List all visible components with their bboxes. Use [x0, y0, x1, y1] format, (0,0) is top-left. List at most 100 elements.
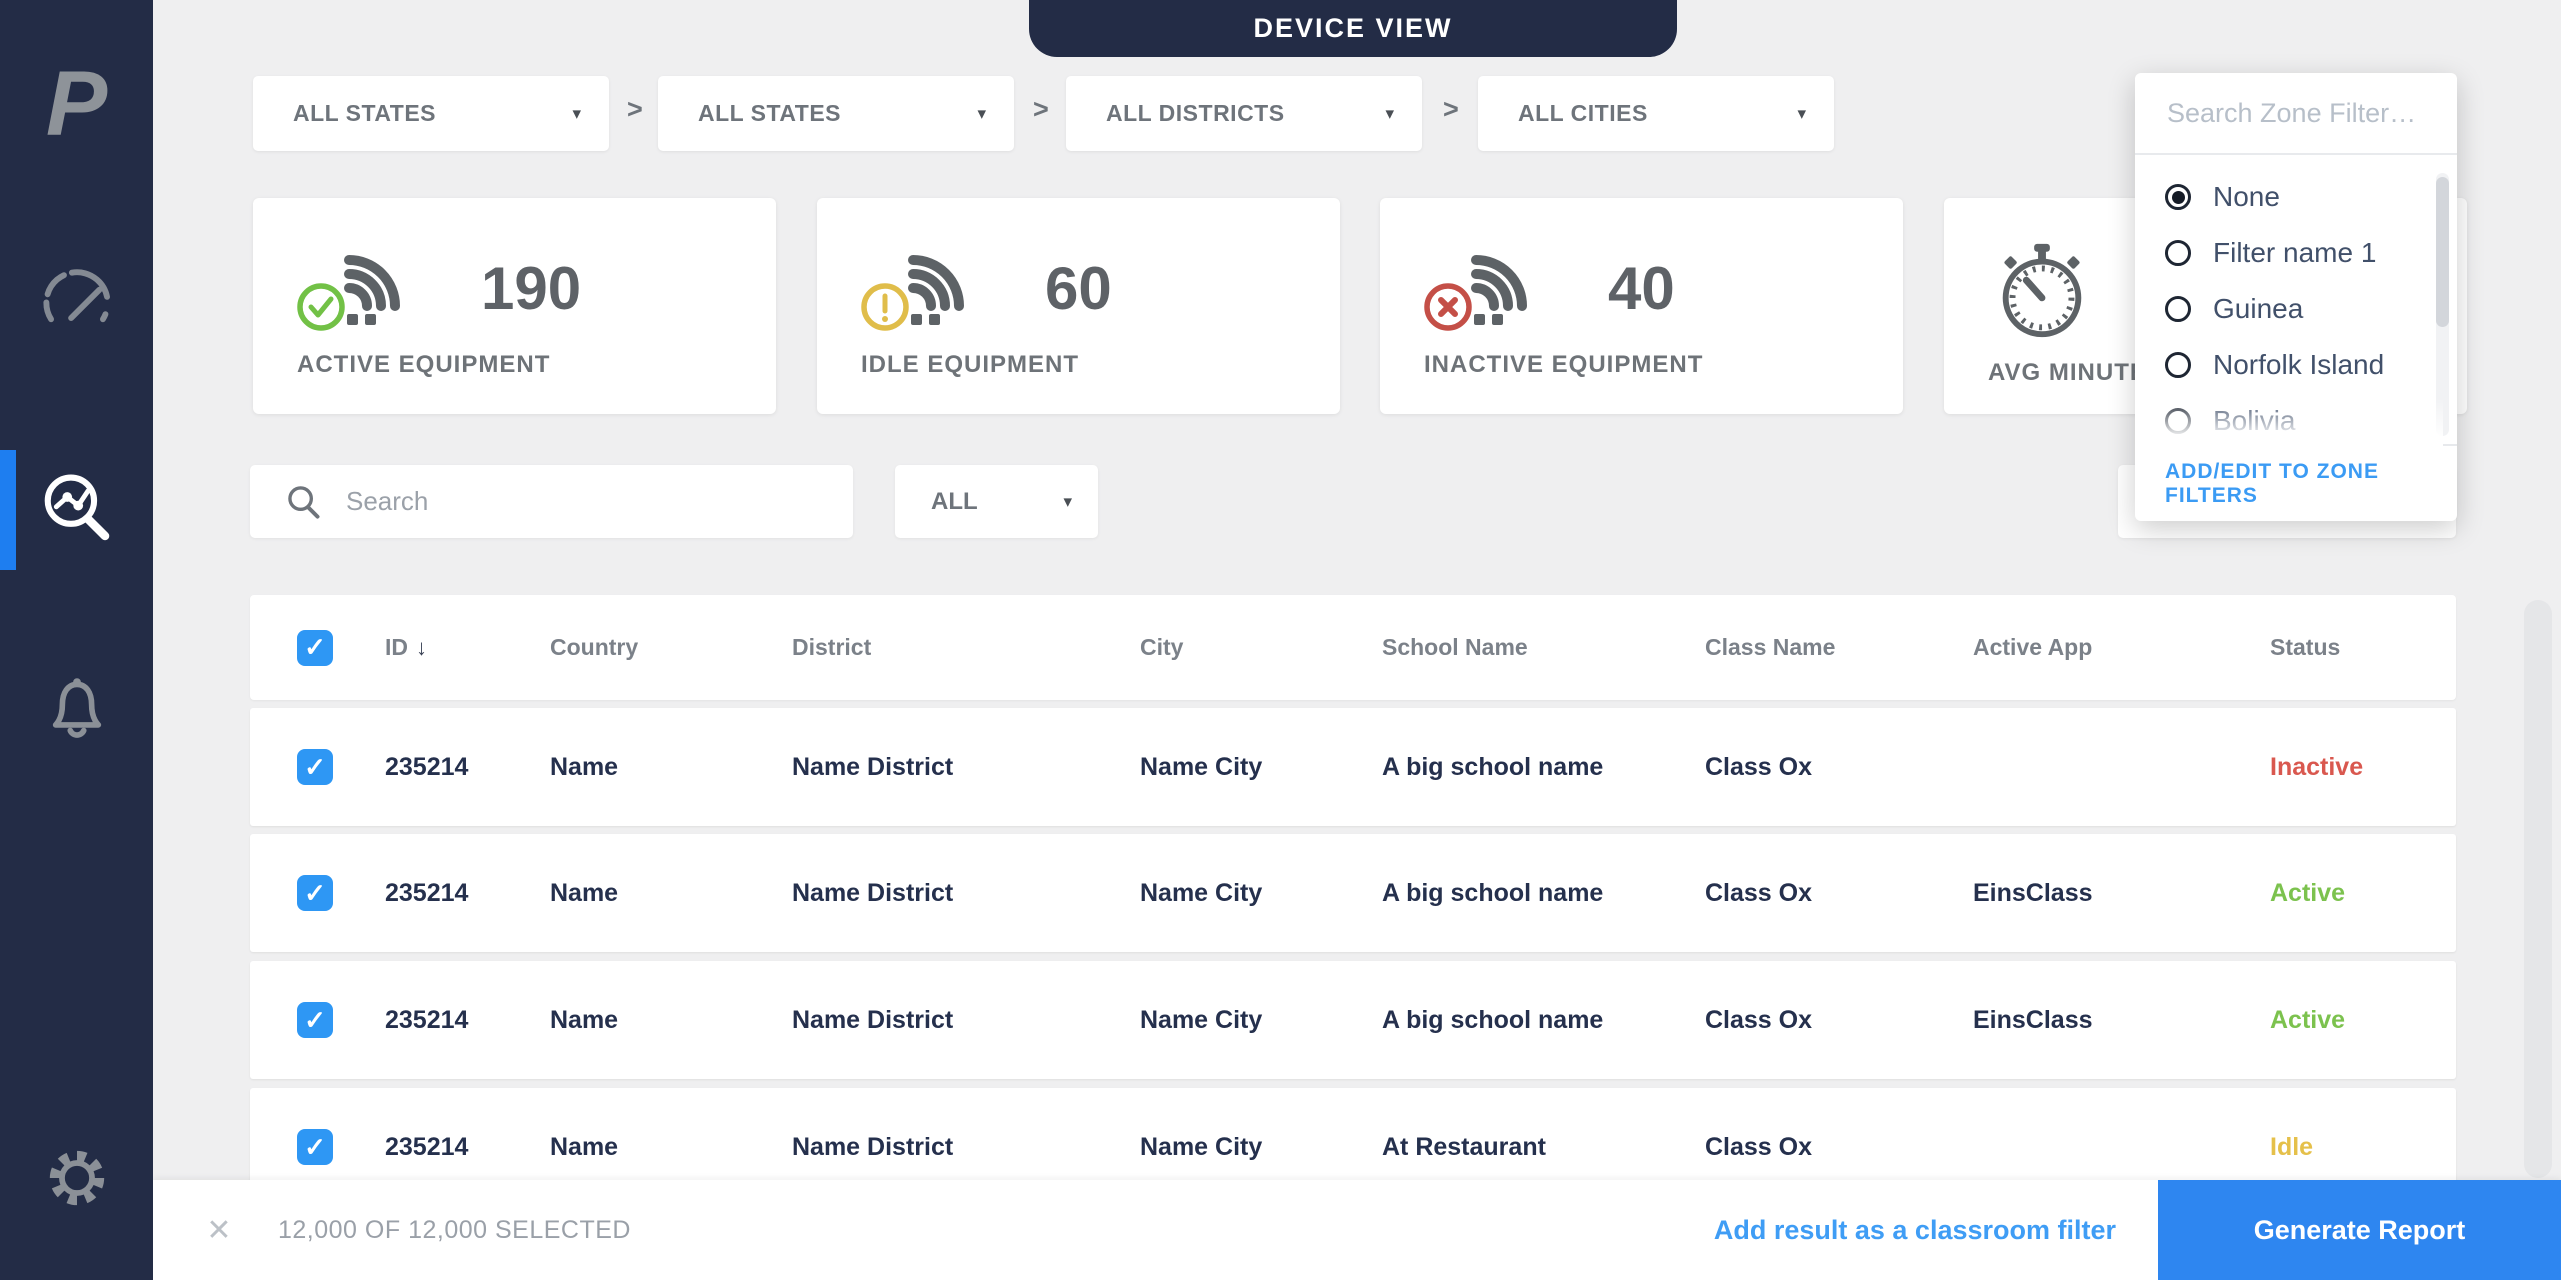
search-input[interactable] [344, 485, 788, 518]
radio-selected-icon [2165, 184, 2191, 210]
zone-filter-search-input[interactable] [2165, 96, 2419, 130]
stat-label: IDLE EQUIPMENT [861, 351, 1080, 378]
stat-value: 190 [481, 255, 582, 322]
page-scrollbar[interactable] [2524, 600, 2552, 1178]
check-icon: ✓ [304, 1131, 326, 1162]
clear-selection-button[interactable]: ✕ [199, 1180, 239, 1280]
gauge-icon [39, 265, 115, 336]
stat-card-active-equipment: 190 ACTIVE EQUIPMENT [253, 198, 776, 414]
zone-filter-search-field [2135, 73, 2457, 155]
row-checkbox[interactable]: ✓ [297, 1002, 333, 1038]
page-title: DEVICE VIEW [1253, 13, 1453, 43]
sidebar: P [0, 0, 153, 1280]
cell-district: Name District [792, 1005, 954, 1034]
list-fade-overlay [2135, 398, 2443, 446]
column-header-city[interactable]: City [1140, 634, 1382, 661]
zone-filter-panel: None Filter name 1 Guinea Norfolk Island… [2135, 73, 2457, 521]
status-badge: Idle [2270, 1132, 2314, 1161]
check-icon: ✓ [304, 877, 326, 908]
cell-country: Name [550, 1005, 619, 1034]
search-field [250, 465, 853, 538]
table-row: ✓ 235214 Name Name District Name City A … [250, 708, 2456, 826]
check-icon: ✓ [304, 1004, 326, 1035]
column-header-country[interactable]: Country [550, 634, 792, 661]
sort-descending-icon: ↓ [416, 635, 427, 660]
status-badge: Active [2270, 1005, 2346, 1034]
zone-option-label: Guinea [2213, 293, 2304, 324]
breadcrumb-separator: > [1443, 94, 1459, 124]
dropdown-state-2[interactable]: ALL STATES ▾ [658, 76, 1014, 151]
cell-class: Class Ox [1705, 1132, 1813, 1161]
chevron-down-icon: ▾ [1797, 103, 1806, 123]
chevron-down-icon: ▾ [572, 103, 581, 123]
row-checkbox[interactable]: ✓ [297, 875, 333, 911]
breadcrumb-separator: > [627, 94, 643, 124]
column-header-app[interactable]: Active App [1973, 634, 2270, 661]
cell-id: 235214 [385, 878, 469, 907]
cell-id: 235214 [385, 752, 469, 781]
dropdown-label: ALL STATES [698, 100, 841, 126]
analytics-search-icon [38, 469, 116, 552]
row-checkbox[interactable]: ✓ [297, 1129, 333, 1165]
cell-district: Name District [792, 1132, 954, 1161]
dropdown-state-1[interactable]: ALL STATES ▾ [253, 76, 609, 151]
zone-scrollbar-thumb[interactable] [2436, 177, 2449, 327]
zone-option-none[interactable]: None [2135, 169, 2457, 225]
sidebar-item-settings[interactable] [0, 1120, 153, 1240]
dropdown-label: ALL CITIES [1518, 100, 1648, 126]
cell-city: Name City [1140, 752, 1263, 781]
zone-option-label: None [2213, 181, 2280, 212]
stat-label: ACTIVE EQUIPMENT [297, 351, 551, 378]
column-header-district[interactable]: District [792, 634, 1140, 661]
row-checkbox[interactable]: ✓ [297, 749, 333, 785]
add-edit-zone-filters-link[interactable]: ADD/EDIT TO ZONE FILTERS [2165, 460, 2457, 508]
column-header-id[interactable]: ID ↓ [385, 634, 550, 661]
check-icon: ✓ [304, 751, 326, 782]
type-filter-dropdown[interactable]: ALL ▾ [895, 465, 1098, 538]
sidebar-item-dashboard[interactable] [0, 240, 153, 360]
stopwatch-icon [1988, 236, 2096, 349]
cell-city: Name City [1140, 1005, 1263, 1034]
device-view-screen: P DEVICE VIEW ALL STATES ▾ > ALL STATES … [0, 0, 2561, 1280]
select-all-checkbox[interactable]: ✓ [297, 629, 333, 666]
check-icon: ✓ [304, 632, 326, 662]
cell-class: Class Ox [1705, 752, 1813, 781]
dropdown-label: ALL DISTRICTS [1106, 100, 1285, 126]
cell-district: Name District [792, 752, 954, 781]
cell-school: A big school name [1382, 1005, 1604, 1034]
zone-option-label: Norfolk Island [2213, 349, 2385, 380]
cell-class: Class Ox [1705, 1005, 1813, 1034]
zone-option-guinea[interactable]: Guinea [2135, 281, 2457, 337]
selection-action-bar: ✕ 12,000 OF 12,000 SELECTED Add result a… [153, 1180, 2561, 1280]
generate-report-button[interactable]: Generate Report [2158, 1180, 2561, 1280]
chevron-down-icon: ▾ [1063, 491, 1072, 511]
dropdown-cities[interactable]: ALL CITIES ▾ [1478, 76, 1834, 151]
cell-id: 235214 [385, 1132, 469, 1161]
cell-app: EinsClass [1973, 878, 2093, 907]
stat-value: 40 [1608, 255, 1675, 322]
cell-district: Name District [792, 878, 954, 907]
cell-city: Name City [1140, 878, 1263, 907]
radio-icon [2165, 296, 2191, 322]
sidebar-item-notifications[interactable] [0, 650, 153, 770]
stat-card-idle-equipment: 60 IDLE EQUIPMENT [817, 198, 1340, 414]
column-header-school[interactable]: School Name [1382, 634, 1705, 661]
dropdown-districts[interactable]: ALL DISTRICTS ▾ [1066, 76, 1422, 151]
zone-option-filter-name-1[interactable]: Filter name 1 [2135, 225, 2457, 281]
bell-icon [41, 672, 113, 749]
close-icon: ✕ [206, 1213, 232, 1247]
radio-icon [2165, 240, 2191, 266]
breadcrumb-separator: > [1033, 94, 1049, 124]
add-classroom-filter-link[interactable]: Add result as a classroom filter [1714, 1180, 2116, 1280]
zone-option-label: Filter name 1 [2213, 237, 2377, 268]
column-header-class[interactable]: Class Name [1705, 634, 1973, 661]
page-title-pill: DEVICE VIEW [1029, 0, 1677, 57]
gear-icon [40, 1141, 114, 1220]
zone-option-norfolk-island[interactable]: Norfolk Island [2135, 337, 2457, 393]
cell-school: A big school name [1382, 752, 1604, 781]
column-header-status[interactable]: Status [2270, 634, 2456, 661]
cell-app: EinsClass [1973, 1005, 2093, 1034]
sidebar-item-device-analytics[interactable] [0, 450, 153, 570]
dropdown-label: ALL STATES [293, 100, 436, 126]
search-icon [286, 484, 322, 520]
